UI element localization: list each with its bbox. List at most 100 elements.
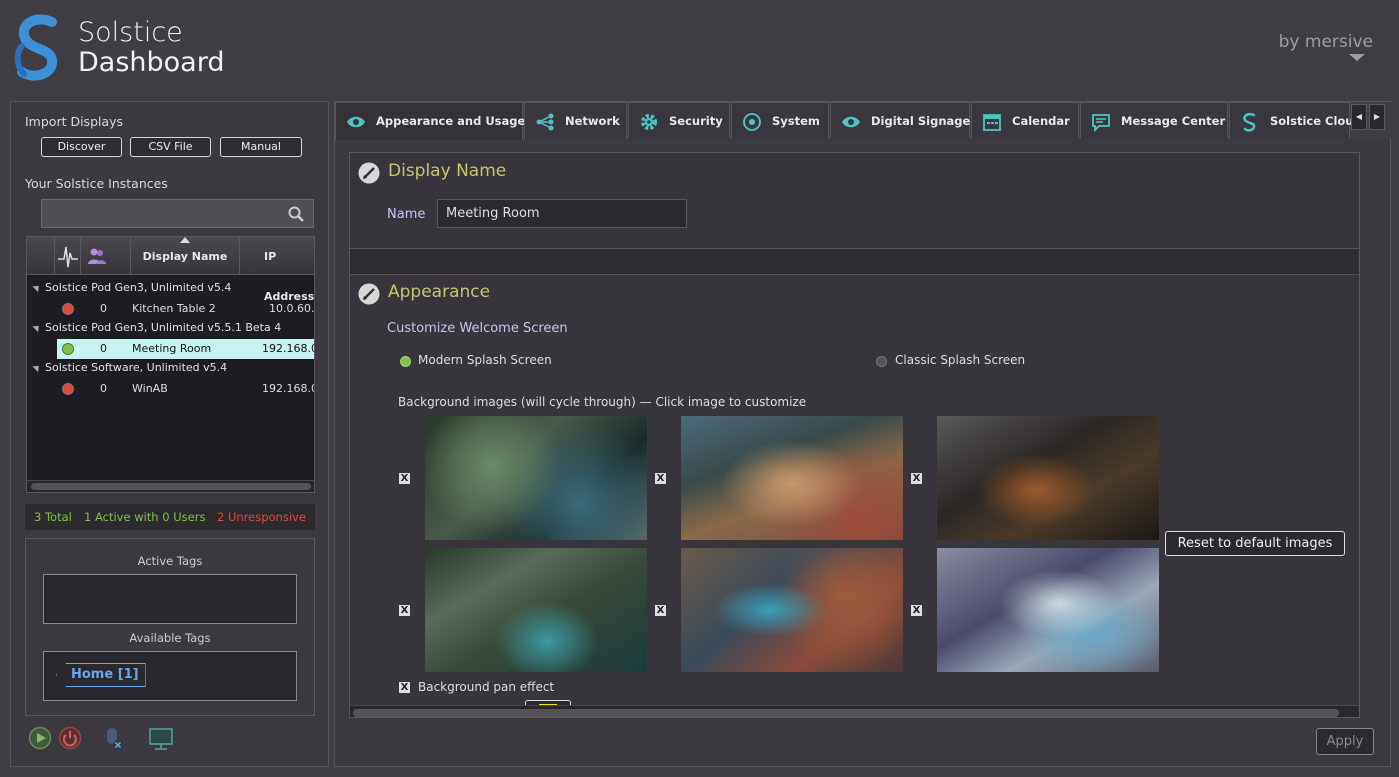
tab-scroll-right-icon[interactable]: ▶ bbox=[1369, 104, 1385, 130]
group-row[interactable]: Solstice Pod Gen3, Unlimited v5.5.1 Beta… bbox=[32, 319, 282, 337]
tab-system[interactable]: System bbox=[731, 102, 829, 139]
unresponsive-count: 2 Unresponsive bbox=[217, 510, 306, 524]
tab-digital-signage[interactable]: Digital Signage bbox=[830, 102, 970, 139]
name-label: Name bbox=[387, 207, 426, 222]
pen-icon bbox=[358, 283, 380, 305]
col-activity[interactable] bbox=[55, 237, 81, 275]
pan-effect-checkbox[interactable]: X bbox=[399, 682, 410, 693]
section-divider bbox=[350, 248, 1359, 275]
screen-icon[interactable] bbox=[148, 726, 174, 756]
ip-cell: 192.168.0. bbox=[262, 382, 314, 395]
display-name-input[interactable]: Meeting Room bbox=[437, 199, 687, 228]
app-title-line2: Dashboard bbox=[78, 47, 225, 78]
background-image-thumb[interactable] bbox=[937, 548, 1159, 672]
background-image-thumb[interactable] bbox=[425, 548, 647, 672]
background-image-thumb[interactable] bbox=[681, 548, 903, 672]
active-count: 1 Active with 0 Users bbox=[84, 510, 206, 524]
tab-label: Network bbox=[565, 114, 620, 128]
active-tags-label: Active Tags bbox=[137, 554, 203, 568]
background-image-thumb[interactable] bbox=[937, 416, 1159, 540]
group-row[interactable]: Solstice Software, Unlimited v5.4 bbox=[32, 359, 227, 377]
classic-splash-radio[interactable] bbox=[876, 356, 887, 367]
remove-image-button[interactable]: X bbox=[399, 605, 410, 616]
tab-calendar[interactable]: Calendar bbox=[971, 102, 1079, 139]
col-ip-address[interactable]: IP Address bbox=[240, 237, 314, 303]
col-users[interactable] bbox=[81, 237, 131, 275]
remove-image-button[interactable]: X bbox=[911, 605, 922, 616]
tab-message-center[interactable]: Message Center bbox=[1080, 102, 1228, 139]
instance-search-input[interactable] bbox=[41, 199, 314, 228]
apply-button[interactable]: Apply bbox=[1316, 728, 1374, 755]
tab-scroll-left-icon[interactable]: ◀ bbox=[1351, 104, 1367, 130]
remove-image-button[interactable]: X bbox=[655, 473, 666, 484]
table-row[interactable]: 0 WinAB 192.168.0. bbox=[57, 379, 314, 399]
remove-image-button[interactable]: X bbox=[911, 473, 922, 484]
table-row[interactable]: 0 Kitchen Table 2 10.0.60.6 bbox=[57, 299, 315, 319]
power-icon[interactable] bbox=[58, 726, 82, 754]
tab-solstice-cloud[interactable]: Solstice Cloud bbox=[1229, 102, 1362, 139]
pen-icon bbox=[358, 162, 380, 184]
mersive-brand[interactable]: by mersive bbox=[1278, 32, 1373, 61]
tab-network[interactable]: Network bbox=[524, 102, 627, 139]
instances-panel: Import Displays Discover CSV File Manual… bbox=[10, 101, 329, 767]
status-dot-icon bbox=[62, 383, 74, 395]
user-count: 0 bbox=[100, 382, 107, 395]
manual-button[interactable]: Manual bbox=[220, 137, 302, 157]
tab-security[interactable]: Security bbox=[628, 102, 730, 139]
scrollbar-thumb[interactable] bbox=[31, 483, 311, 490]
start-icon[interactable] bbox=[28, 726, 52, 754]
table-row-selected[interactable]: 0 Meeting Room 192.168.0. bbox=[57, 339, 314, 359]
import-displays-label: Import Displays bbox=[25, 114, 124, 129]
app-title: Solstice Dashboard bbox=[78, 18, 224, 78]
gear-icon bbox=[641, 114, 657, 130]
tab-label: Digital Signage bbox=[871, 114, 971, 128]
modern-splash-label: Modern Splash Screen bbox=[418, 353, 552, 367]
group-label: Solstice Pod Gen3, Unlimited v5.5.1 Beta… bbox=[45, 321, 282, 334]
modern-splash-radio[interactable] bbox=[400, 356, 411, 367]
scrollbar-thumb[interactable] bbox=[353, 709, 1339, 717]
tag-chip[interactable]: Home [1] bbox=[56, 663, 146, 687]
content-horizontal-scrollbar[interactable] bbox=[350, 705, 1359, 717]
remove-display-icon[interactable] bbox=[103, 726, 127, 756]
app-header: Solstice Dashboard by mersive bbox=[0, 0, 1399, 96]
background-images-note: Background images (will cycle through) —… bbox=[398, 395, 807, 409]
chevron-down-icon bbox=[1349, 54, 1365, 61]
tab-appearance-and-usage[interactable]: Appearance and Usage bbox=[335, 102, 525, 140]
tab-label: Message Center bbox=[1121, 114, 1226, 128]
tab-label: Solstice Cloud bbox=[1270, 114, 1362, 128]
available-tags-box[interactable]: Home [1] bbox=[43, 651, 297, 701]
remove-image-button[interactable]: X bbox=[655, 605, 666, 616]
sort-ascending-icon bbox=[180, 237, 190, 243]
table-horizontal-scrollbar[interactable] bbox=[27, 480, 314, 492]
group-row[interactable]: Solstice Pod Gen3, Unlimited v5.4 bbox=[32, 279, 232, 297]
settings-tabs: Appearance and Usage Network Security Sy… bbox=[335, 102, 1392, 140]
remove-image-button[interactable]: X bbox=[399, 473, 410, 484]
search-icon[interactable] bbox=[288, 206, 304, 222]
reset-default-images-button[interactable]: Reset to default images bbox=[1165, 531, 1345, 556]
instances-label: Your Solstice Instances bbox=[25, 176, 168, 191]
section-title: Display Name bbox=[388, 161, 507, 181]
ip-cell: 192.168.0. bbox=[262, 342, 314, 355]
discover-button[interactable]: Discover bbox=[41, 137, 122, 157]
display-name-cell: WinAB bbox=[132, 382, 168, 395]
ip-cell: 10.0.60.6 bbox=[269, 302, 315, 315]
user-count: 0 bbox=[100, 342, 107, 355]
eye-icon bbox=[842, 116, 860, 128]
tags-panel: Active Tags Available Tags Home [1] bbox=[25, 538, 315, 716]
solstice-logo-icon bbox=[14, 14, 58, 81]
active-tags-box[interactable] bbox=[43, 574, 297, 624]
table-header: Display Name IP Address bbox=[27, 237, 314, 303]
group-label: Solstice Pod Gen3, Unlimited v5.4 bbox=[45, 281, 232, 294]
target-icon bbox=[743, 113, 761, 131]
activity-icon bbox=[58, 246, 78, 268]
background-image-thumb[interactable] bbox=[681, 416, 903, 540]
expand-icon bbox=[32, 322, 42, 333]
mersive-brand-label: by mersive bbox=[1278, 32, 1373, 52]
message-icon bbox=[1092, 114, 1110, 132]
pan-effect-label: Background pan effect bbox=[418, 680, 555, 694]
background-image-thumb[interactable] bbox=[425, 416, 647, 540]
calendar-icon bbox=[983, 114, 1001, 131]
col-blank bbox=[27, 237, 55, 275]
display-name-cell: Kitchen Table 2 bbox=[132, 302, 216, 315]
csv-file-button[interactable]: CSV File bbox=[130, 137, 211, 157]
